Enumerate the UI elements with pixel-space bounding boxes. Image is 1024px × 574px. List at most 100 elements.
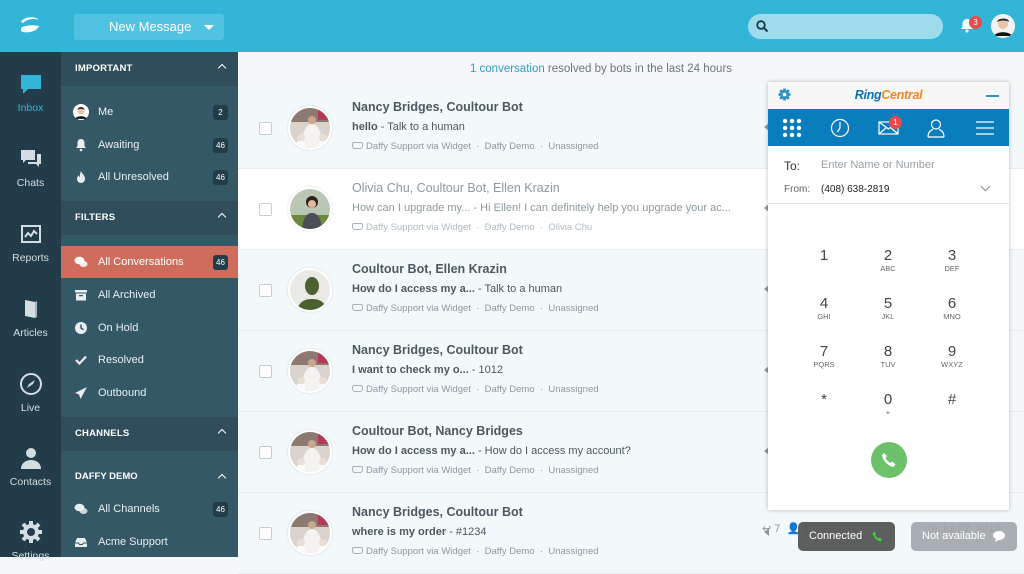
participant-names: Olivia Chu, Coultour Bot, Ellen Krazin xyxy=(352,181,560,195)
team-name: Daffy Demo xyxy=(484,303,535,314)
select-checkbox[interactable] xyxy=(259,122,272,135)
paper-plane-icon xyxy=(75,387,87,399)
sidebar-item-all-archived[interactable]: All Archived xyxy=(61,279,238,311)
sidebar-item-all-channels[interactable]: All Channels 46 xyxy=(61,493,238,525)
to-number-input[interactable] xyxy=(821,155,996,175)
sidebar-item-label: Acme Support xyxy=(98,536,168,548)
rail-item-inbox[interactable]: Inbox xyxy=(0,72,61,114)
count-badge: 46 xyxy=(213,170,228,185)
inbox-icon xyxy=(75,538,87,547)
not-available-status-pill[interactable]: Not available xyxy=(911,522,1017,551)
key-letters: TUV xyxy=(880,360,896,369)
archive-icon xyxy=(75,290,87,301)
dialpad-key[interactable]: 5 JKL xyxy=(863,296,913,322)
connected-status-pill[interactable]: Connected xyxy=(798,522,895,551)
tab-dialpad[interactable] xyxy=(768,109,816,146)
tab-contacts[interactable] xyxy=(912,109,960,146)
dialpad-key[interactable]: # xyxy=(927,392,977,408)
select-checkbox[interactable] xyxy=(259,527,272,540)
rail-item-articles[interactable]: Articles xyxy=(0,297,61,339)
sidebar-item-acme-support[interactable]: Acme Support xyxy=(61,526,238,558)
assignee: Unassigned xyxy=(548,141,599,152)
resolved-conversations-link[interactable]: 1 conversation xyxy=(470,63,545,75)
sidebar-item-label: All Channels xyxy=(98,503,160,515)
from-number-select[interactable]: (408) 638-2819 xyxy=(821,184,889,195)
sidebar-item-awaiting[interactable]: Awaiting 46 xyxy=(61,129,238,161)
assignee: Unassigned xyxy=(548,465,599,476)
user-avatar[interactable] xyxy=(991,14,1015,38)
rail-label: Chats xyxy=(16,177,45,189)
person-icon xyxy=(20,448,41,469)
sidebar-item-all-unresolved[interactable]: All Unresolved 46 xyxy=(61,161,238,193)
sidebar-item-me[interactable]: Me 2 xyxy=(61,96,238,128)
new-message-button[interactable]: New Message xyxy=(74,14,224,40)
rail-item-contacts[interactable]: Contacts xyxy=(0,446,61,488)
banner-text: resolved by bots in the last 24 hours xyxy=(544,63,733,75)
nav-rail: Inbox Chats Reports Articles Live Contac… xyxy=(0,52,61,562)
select-checkbox[interactable] xyxy=(259,284,272,297)
team-name: Daffy Demo xyxy=(484,384,535,395)
dialpad-key[interactable]: 8 TUV xyxy=(863,344,913,370)
sidebar-item-on-hold[interactable]: On Hold xyxy=(61,312,238,344)
app-logo-icon[interactable] xyxy=(18,14,42,38)
key-digit: 1 xyxy=(819,247,829,264)
search-input[interactable] xyxy=(748,14,943,39)
chevron-up-icon[interactable] xyxy=(217,212,227,222)
key-letters: GHI xyxy=(817,312,831,321)
divider xyxy=(768,203,1009,204)
team-name: Daffy Demo xyxy=(484,141,535,152)
dialpad-key[interactable]: 9 WXYZ xyxy=(927,344,977,370)
dialpad-key[interactable]: 3 DEF xyxy=(927,248,977,274)
logo-ring: Ring xyxy=(854,88,882,102)
section-channels-header[interactable]: CHANNELS xyxy=(61,417,238,451)
inbox-icon xyxy=(352,222,363,230)
section-filters-header[interactable]: FILTERS xyxy=(61,201,238,235)
participant-names: Nancy Bridges, Coultour Bot xyxy=(352,505,523,519)
sidebar-item-outbound[interactable]: Outbound xyxy=(61,377,238,409)
dialpad-key[interactable]: 1 xyxy=(799,248,849,264)
key-digit: 2 xyxy=(883,247,893,264)
sidebar-item-label: Me xyxy=(98,106,114,118)
chevron-up-icon[interactable] xyxy=(217,63,227,73)
to-label: To: xyxy=(784,159,801,173)
rail-item-chats[interactable]: Chats xyxy=(0,147,61,189)
rail-item-reports[interactable]: Reports xyxy=(0,222,61,264)
chevron-up-icon[interactable] xyxy=(217,428,227,438)
team-name: Daffy Demo xyxy=(484,222,535,233)
dialpad-key[interactable]: 2 ABC xyxy=(863,248,913,274)
rail-item-settings[interactable]: Settings xyxy=(0,520,61,562)
select-checkbox[interactable] xyxy=(259,203,272,216)
tab-menu[interactable] xyxy=(961,109,1009,146)
group-daffy-demo-header[interactable]: DAFFY DEMO xyxy=(61,467,238,487)
sidebar-item-all-conversations[interactable]: All Conversations 46 xyxy=(61,246,238,278)
key-digit: 3 xyxy=(947,247,957,264)
dialpad-key[interactable]: 4 GHI xyxy=(799,296,849,322)
key-digit: 5 xyxy=(883,295,893,312)
sidebar-item-resolved[interactable]: Resolved xyxy=(61,344,238,376)
section-important-header[interactable]: IMPORTANT xyxy=(61,52,238,86)
sidebar-item-label: Awaiting xyxy=(98,139,140,151)
inbox-sidebar: IMPORTANT Me 2 Awaiting 46 All Unresolve… xyxy=(61,52,238,557)
call-button[interactable] xyxy=(871,442,907,478)
logo-central: Central xyxy=(881,88,923,102)
dialpad-key[interactable]: * xyxy=(799,392,849,408)
phone-icon xyxy=(882,453,896,467)
dialpad-key[interactable]: 7 PQRS xyxy=(799,344,849,370)
tab-messages[interactable] xyxy=(864,109,912,146)
dropdown-caret-icon[interactable] xyxy=(204,25,214,30)
connected-label: Connected xyxy=(809,530,863,542)
chevron-down-icon[interactable] xyxy=(980,181,991,192)
chevron-up-icon[interactable] xyxy=(217,473,227,483)
rail-item-live[interactable]: Live xyxy=(0,372,61,414)
message-preview: where is my order - #1234 xyxy=(352,526,487,538)
subject: How do I access my a... xyxy=(352,445,475,457)
minimize-button[interactable] xyxy=(986,95,999,97)
preview-text: - Talk to a human xyxy=(474,283,563,295)
dialpad-key[interactable]: 6 MNO xyxy=(927,296,977,322)
select-checkbox[interactable] xyxy=(259,446,272,459)
tab-history[interactable] xyxy=(816,109,864,146)
message-preview: How do I access my a... - Talk to a huma… xyxy=(352,283,562,295)
conversation-meta: Daffy Support via Widget · Daffy Demo · … xyxy=(352,465,599,476)
dialpad-key[interactable]: 0 + xyxy=(863,392,913,418)
select-checkbox[interactable] xyxy=(259,365,272,378)
